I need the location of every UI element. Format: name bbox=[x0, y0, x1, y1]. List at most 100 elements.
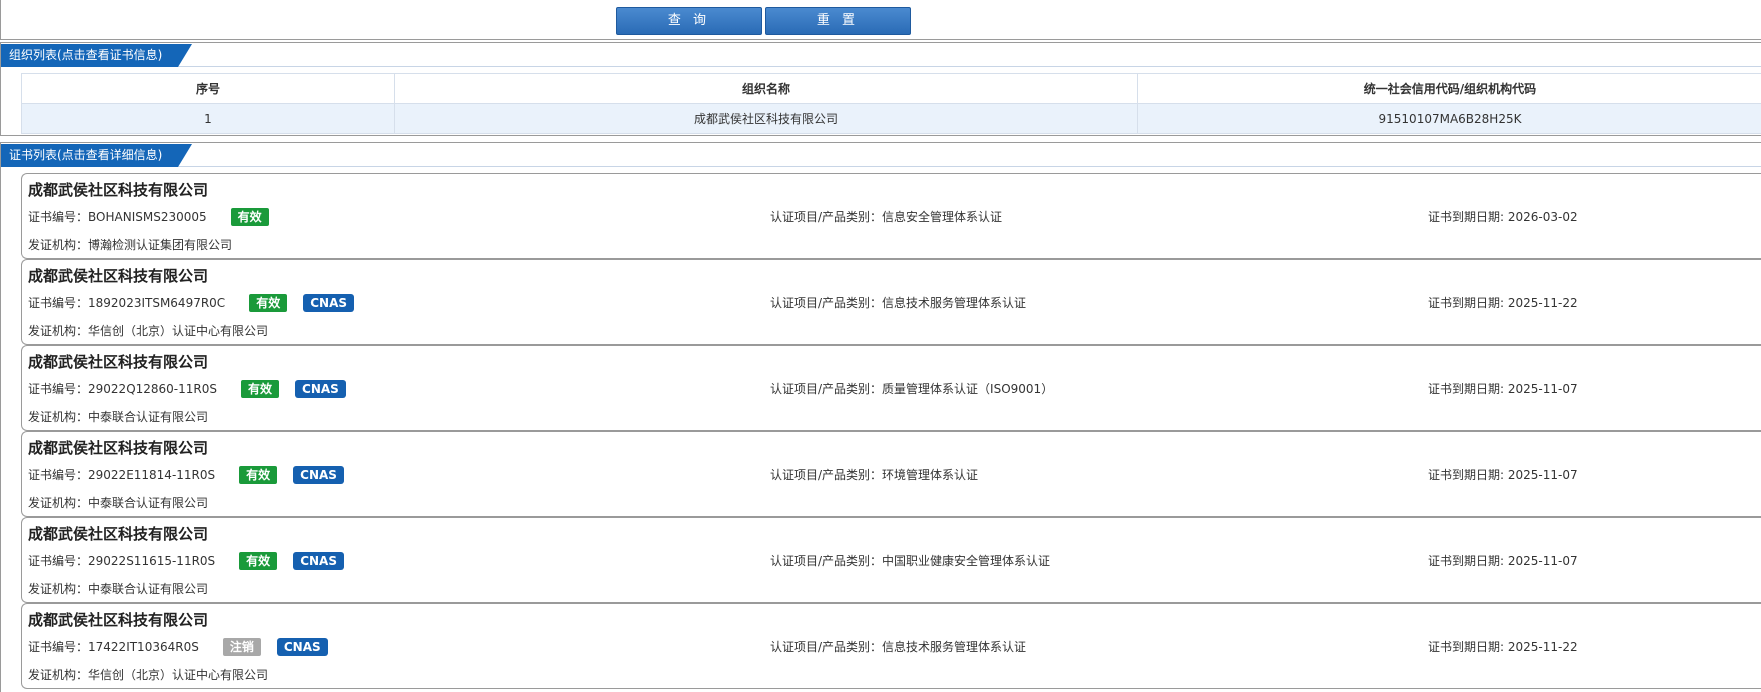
cert-issuer-label: 发证机构： bbox=[28, 496, 89, 510]
cert-list: 成都武侯社区科技有限公司 证书编号：BOHANISMS230005 有效 认证项目/产… bbox=[21, 173, 1761, 689]
cert-project-row: 认证项目/产品类别：中国职业健康安全管理体系认证 bbox=[770, 552, 1050, 570]
cert-list-title: 证书列表(点击查看详细信息) bbox=[1, 144, 193, 167]
cert-number: 29022Q12860-11R0S bbox=[88, 382, 217, 396]
cert-company-name: 成都武侯社区科技有限公司 bbox=[28, 353, 209, 371]
cnas-badge: CNAS bbox=[293, 466, 344, 484]
status-badge: 有效 bbox=[239, 552, 278, 570]
cert-number: 29022S11615-11R0S bbox=[88, 554, 216, 568]
cert-project-label: 认证项目/产品类别： bbox=[770, 468, 883, 482]
status-badge: 有效 bbox=[239, 466, 278, 484]
org-list-section: 组织列表(点击查看证书信息) 序号 组织名称 统一社会信用代码/组织机构代码 1… bbox=[0, 42, 1761, 136]
cert-number-label: 证书编号： bbox=[28, 554, 89, 568]
cert-project: 信息安全管理体系认证 bbox=[882, 210, 1003, 224]
cert-project-row: 认证项目/产品类别：质量管理体系认证（ISO9001） bbox=[770, 380, 1053, 398]
cert-expiry-row: 证书到期日期: 2025-11-07 bbox=[1428, 552, 1578, 570]
cert-card[interactable]: 成都武侯社区科技有限公司 证书编号：BOHANISMS230005 有效 认证项目/产… bbox=[21, 173, 1761, 259]
cert-number-row: 证书编号：29022E11814-11R0S 有效 CNAS bbox=[28, 466, 344, 484]
cert-list-section: 证书列表(点击查看详细信息) 成都武侯社区科技有限公司 证书编号：BOHANISM… bbox=[0, 142, 1761, 692]
cert-number-row: 证书编号：29022Q12860-11R0S 有效 CNAS bbox=[28, 380, 346, 398]
cert-expiry-label: 证书到期日期: bbox=[1428, 296, 1508, 310]
cert-number-row: 证书编号：BOHANISMS230005 有效 bbox=[28, 208, 269, 226]
cert-issuer: 中泰联合认证有限公司 bbox=[88, 582, 209, 596]
cert-expiry-label: 证书到期日期: bbox=[1428, 468, 1508, 482]
cert-project-row: 认证项目/产品类别：信息安全管理体系认证 bbox=[770, 208, 1002, 226]
cert-expiry: 2025-11-22 bbox=[1507, 296, 1578, 310]
cert-issuer: 中泰联合认证有限公司 bbox=[88, 496, 209, 510]
status-badge: 有效 bbox=[249, 294, 288, 312]
cert-issuer: 中泰联合认证有限公司 bbox=[88, 410, 209, 424]
cert-project: 环境管理体系认证 bbox=[882, 468, 979, 482]
cert-expiry: 2025-11-07 bbox=[1507, 382, 1578, 396]
cert-project: 信息技术服务管理体系认证 bbox=[882, 640, 1027, 654]
cert-issuer-label: 发证机构： bbox=[28, 582, 89, 596]
cert-card[interactable]: 成都武侯社区科技有限公司 证书编号：1892023ITSM6497R0C 有效 CNA… bbox=[21, 259, 1761, 345]
cert-project-label: 认证项目/产品类别： bbox=[770, 296, 883, 310]
cert-issuer-row: 发证机构：博瀚检测认证集团有限公司 bbox=[28, 236, 232, 253]
cert-project-label: 认证项目/产品类别： bbox=[770, 210, 883, 224]
cert-company-name: 成都武侯社区科技有限公司 bbox=[28, 611, 209, 629]
cert-issuer: 华信创（北京）认证中心有限公司 bbox=[88, 668, 269, 682]
cnas-badge: CNAS bbox=[276, 638, 328, 656]
cert-project: 信息技术服务管理体系认证 bbox=[882, 296, 1027, 310]
cert-expiry: 2026-03-02 bbox=[1507, 210, 1578, 224]
cert-expiry-row: 证书到期日期: 2026-03-02 bbox=[1428, 208, 1578, 226]
org-index: 1 bbox=[21, 103, 395, 134]
status-badge: 有效 bbox=[230, 208, 269, 226]
cert-issuer-row: 发证机构：中泰联合认证有限公司 bbox=[28, 580, 208, 597]
cert-card[interactable]: 成都武侯社区科技有限公司 证书编号：29022E11814-11R0S 有效 CNAS… bbox=[21, 431, 1761, 517]
cert-issuer-row: 发证机构：华信创（北京）认证中心有限公司 bbox=[28, 322, 268, 339]
cert-card[interactable]: 成都武侯社区科技有限公司 证书编号：29022Q12860-11R0S 有效 CNAS… bbox=[21, 345, 1761, 431]
cert-issuer-row: 发证机构：华信创（北京）认证中心有限公司 bbox=[28, 666, 268, 683]
cnas-badge: CNAS bbox=[295, 380, 346, 398]
cert-issuer-label: 发证机构： bbox=[28, 324, 89, 338]
cert-company-name: 成都武侯社区科技有限公司 bbox=[28, 525, 209, 543]
cert-project-row: 认证项目/产品类别：环境管理体系认证 bbox=[770, 466, 978, 484]
query-toolbar: 查 询 重 置 bbox=[0, 0, 1761, 40]
reset-button[interactable]: 重 置 bbox=[765, 7, 911, 35]
cert-company-name: 成都武侯社区科技有限公司 bbox=[28, 181, 209, 199]
cert-number-row: 证书编号：1892023ITSM6497R0C 有效 CNAS bbox=[28, 294, 354, 312]
col-header-index: 序号 bbox=[21, 73, 395, 104]
col-header-org-name: 组织名称 bbox=[394, 73, 1138, 104]
cert-expiry: 2025-11-07 bbox=[1507, 468, 1578, 482]
cert-issuer-row: 发证机构：中泰联合认证有限公司 bbox=[28, 494, 208, 511]
cert-expiry-row: 证书到期日期: 2025-11-07 bbox=[1428, 380, 1578, 398]
cert-issuer-row: 发证机构：中泰联合认证有限公司 bbox=[28, 408, 208, 425]
cert-list-header: 证书列表(点击查看详细信息) bbox=[1, 143, 1761, 167]
query-button[interactable]: 查 询 bbox=[616, 7, 762, 35]
org-list-title: 组织列表(点击查看证书信息) bbox=[1, 44, 193, 67]
cert-project-label: 认证项目/产品类别： bbox=[770, 554, 883, 568]
cert-expiry-row: 证书到期日期: 2025-11-22 bbox=[1428, 638, 1578, 656]
cert-card[interactable]: 成都武侯社区科技有限公司证书编号：29022S11615-11R0S 有效 CNAS… bbox=[21, 517, 1761, 603]
cnas-badge: CNAS bbox=[293, 552, 344, 570]
cert-issuer: 华信创（北京）认证中心有限公司 bbox=[88, 324, 269, 338]
cert-number: 29022E11814-11R0S bbox=[88, 468, 216, 482]
cert-number-label: 证书编号： bbox=[28, 640, 89, 654]
cnas-badge: CNAS bbox=[303, 294, 354, 312]
cert-expiry: 2025-11-07 bbox=[1507, 554, 1578, 568]
cert-expiry-label: 证书到期日期: bbox=[1428, 382, 1508, 396]
status-badge: 有效 bbox=[241, 380, 280, 398]
cert-number-label: 证书编号： bbox=[28, 296, 89, 310]
cert-project-row: 认证项目/产品类别：信息技术服务管理体系认证 bbox=[770, 294, 1026, 312]
status-badge: 注销 bbox=[222, 638, 261, 656]
org-table-header-row: 序号 组织名称 统一社会信用代码/组织机构代码 bbox=[21, 73, 1761, 104]
cert-project: 质量管理体系认证（ISO9001） bbox=[882, 382, 1054, 396]
cert-expiry-row: 证书到期日期: 2025-11-07 bbox=[1428, 466, 1578, 484]
cert-project-label: 认证项目/产品类别： bbox=[770, 382, 883, 396]
cert-number: BOHANISMS230005 bbox=[88, 210, 207, 224]
org-credit-code: 91510107MA6B28H25K bbox=[1137, 103, 1761, 134]
cert-company-name: 成都武侯社区科技有限公司 bbox=[28, 439, 209, 457]
cert-card[interactable]: 成都武侯社区科技有限公司 证书编号：17422IT10364R0S 注销 CNAS 认证… bbox=[21, 603, 1761, 689]
org-name[interactable]: 成都武侯社区科技有限公司 bbox=[394, 103, 1138, 134]
cert-project-label: 认证项目/产品类别： bbox=[770, 640, 883, 654]
cert-expiry-label: 证书到期日期: bbox=[1428, 210, 1508, 224]
cert-project: 中国职业健康安全管理体系认证 bbox=[882, 554, 1051, 568]
cert-expiry: 2025-11-22 bbox=[1507, 640, 1578, 654]
cert-issuer-label: 发证机构： bbox=[28, 668, 89, 682]
table-row[interactable]: 1 成都武侯社区科技有限公司 91510107MA6B28H25K bbox=[21, 103, 1761, 134]
org-list-header: 组织列表(点击查看证书信息) bbox=[1, 43, 1761, 67]
cert-issuer-label: 发证机构： bbox=[28, 238, 89, 252]
cert-company-name: 成都武侯社区科技有限公司 bbox=[28, 267, 209, 285]
org-table: 序号 组织名称 统一社会信用代码/组织机构代码 1 成都武侯社区科技有限公司 9… bbox=[21, 73, 1761, 134]
